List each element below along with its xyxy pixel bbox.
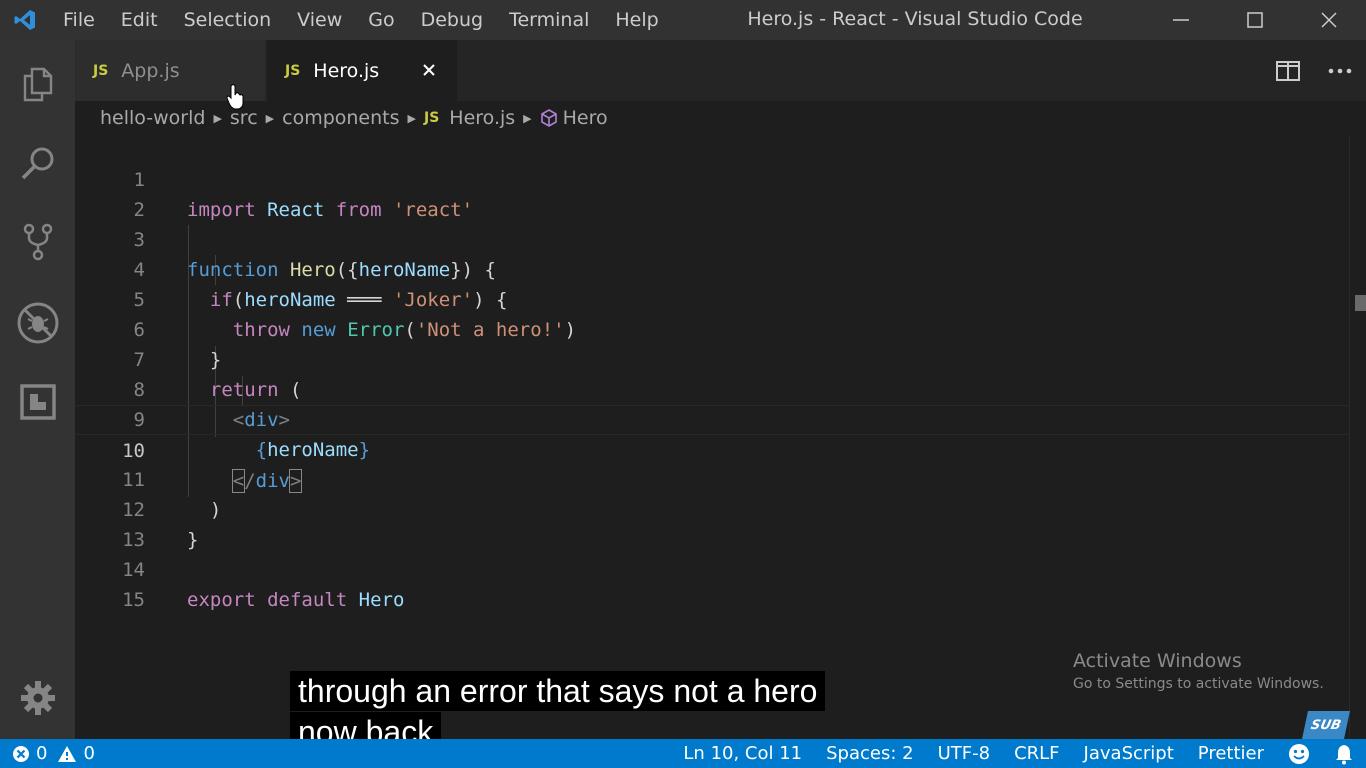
tab-bar: JS App.js JS Hero.js — [75, 40, 1366, 101]
code-line: 11 ) — [75, 435, 1349, 521]
chevron-right-icon: ▶ — [265, 111, 275, 125]
extensions-icon[interactable] — [0, 372, 75, 432]
breadcrumb-hello-world[interactable]: hello-world — [100, 107, 205, 129]
menu-terminal[interactable]: Terminal — [496, 0, 602, 40]
feedback-smiley-icon[interactable] — [1288, 743, 1310, 765]
code-line: 2 — [75, 165, 1349, 221]
code-line: 9 {heroName} — [75, 375, 1349, 461]
split-editor-icon[interactable] — [1262, 51, 1314, 91]
tab-label: Hero.js — [313, 59, 380, 82]
status-bar: 0 0 Ln 10, Col 11 Spaces: 2 UTF-8 CRLF J… — [0, 739, 1366, 768]
menu-help[interactable]: Help — [602, 0, 671, 40]
window-controls — [1144, 0, 1366, 40]
maximize-button[interactable] — [1218, 0, 1292, 40]
search-icon[interactable] — [0, 134, 75, 194]
code-line: 7 return ( — [75, 315, 1349, 401]
code-line-current: 10 </div> — [75, 405, 1349, 493]
close-icon — [1321, 12, 1337, 28]
close-tab-icon[interactable] — [419, 60, 439, 80]
code-line: 13 — [75, 495, 1349, 551]
breadcrumb-components[interactable]: components — [282, 107, 399, 129]
menu-bar: File Edit Selection View Go Debug Termin… — [50, 0, 672, 40]
file-encoding[interactable]: UTF-8 — [938, 743, 990, 764]
minimize-button[interactable] — [1144, 0, 1218, 40]
js-file-icon: JS — [423, 110, 440, 126]
breadcrumb-file[interactable]: Hero.js — [449, 107, 515, 129]
scrollbar-thumb[interactable] — [1355, 295, 1366, 311]
warning-icon — [58, 745, 77, 762]
window-title: Hero.js - React - Visual Studio Code — [747, 8, 1083, 30]
warning-count: 0 — [83, 743, 95, 764]
tab-hero-js[interactable]: JS Hero.js — [267, 40, 457, 101]
watermark-title: Activate Windows — [1073, 650, 1242, 672]
end-of-line[interactable]: CRLF — [1014, 743, 1059, 764]
sub-logo: SUB — [1302, 711, 1350, 739]
breadcrumb-symbol[interactable]: Hero — [563, 107, 608, 129]
error-icon — [13, 745, 29, 762]
chevron-right-icon: ▶ — [407, 111, 416, 125]
menu-edit[interactable]: Edit — [108, 0, 171, 40]
menu-file[interactable]: File — [50, 0, 108, 40]
breadcrumb: hello-world ▶ src ▶ components ▶ JS Hero… — [100, 101, 608, 135]
code-line: 14 export default Hero — [75, 525, 1349, 611]
editor-actions — [1262, 40, 1366, 101]
subtitle-line-1: through an error that says not a hero — [290, 671, 826, 711]
code-line: 12 } — [75, 465, 1349, 551]
explorer-icon[interactable] — [0, 54, 75, 114]
title-bar: File Edit Selection View Go Debug Termin… — [0, 0, 1366, 40]
formatter-status[interactable]: Prettier — [1198, 743, 1264, 764]
vscode-logo-icon — [0, 0, 50, 40]
code-line: 8 <div> — [75, 345, 1349, 431]
menu-debug[interactable]: Debug — [408, 0, 496, 40]
line-number: 15 — [122, 589, 145, 611]
minimize-icon — [1173, 19, 1189, 21]
menu-selection[interactable]: Selection — [171, 0, 285, 40]
breadcrumb-src[interactable]: src — [230, 107, 258, 129]
code-line: 15 — [75, 555, 1349, 611]
maximize-icon — [1247, 12, 1263, 28]
js-file-icon: JS — [285, 62, 301, 79]
code-text: export default Hero — [187, 589, 405, 611]
js-file-icon: JS — [93, 62, 109, 79]
language-mode[interactable]: JavaScript — [1084, 743, 1174, 764]
indentation-setting[interactable]: Spaces: 2 — [826, 743, 913, 764]
menu-view[interactable]: View — [284, 0, 355, 40]
settings-gear-icon[interactable] — [0, 668, 75, 728]
code-line: 5 throw new Error('Not a hero!') — [75, 255, 1349, 341]
code-editor[interactable]: 1 import React from 'react' 2 3 function… — [75, 135, 1349, 739]
code-line: 6 } — [75, 285, 1349, 371]
symbol-function-icon — [540, 109, 557, 127]
code-line: 1 import React from 'react' — [75, 135, 1349, 221]
activity-bar — [0, 40, 75, 739]
cursor-position[interactable]: Ln 10, Col 11 — [683, 743, 802, 764]
error-count: 0 — [36, 743, 48, 764]
notifications-bell-icon[interactable] — [1334, 743, 1354, 765]
menu-go[interactable]: Go — [355, 0, 407, 40]
code-line: 4 if(heroName ═══ 'Joker') { — [75, 225, 1349, 311]
status-problems[interactable]: 0 0 — [12, 739, 95, 768]
editor-scrollbar[interactable] — [1349, 135, 1366, 739]
code-line: 3 function Hero({heroName}) { — [75, 195, 1349, 281]
debug-icon[interactable] — [0, 293, 75, 353]
activate-windows-watermark: Activate Windows Go to Settings to activ… — [1073, 650, 1324, 692]
close-window-button[interactable] — [1292, 0, 1366, 40]
watermark-subtitle: Go to Settings to activate Windows. — [1073, 676, 1324, 692]
chevron-right-icon: ▶ — [523, 111, 532, 125]
chevron-right-icon: ▶ — [213, 111, 222, 125]
tab-label: App.js — [121, 59, 180, 82]
source-control-icon[interactable] — [0, 212, 75, 272]
status-right: Ln 10, Col 11 Spaces: 2 UTF-8 CRLF JavaS… — [659, 739, 1354, 768]
more-actions-icon[interactable] — [1314, 51, 1366, 91]
